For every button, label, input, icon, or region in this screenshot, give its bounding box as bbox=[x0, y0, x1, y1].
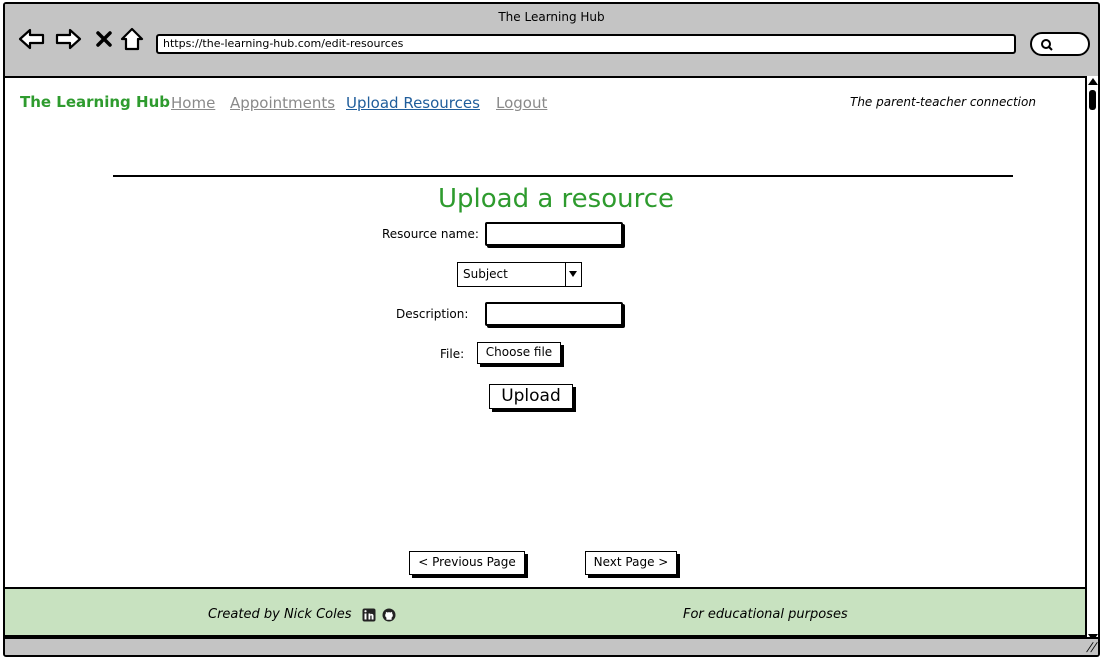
resource-name-label: Resource name: bbox=[382, 227, 479, 241]
choose-file-button[interactable]: Choose file bbox=[477, 342, 561, 364]
previous-page-button[interactable]: < Previous Page bbox=[409, 551, 525, 575]
search-icon bbox=[1041, 39, 1053, 51]
resize-handle-icon[interactable]: // bbox=[1085, 640, 1098, 654]
home-icon[interactable] bbox=[117, 24, 147, 54]
site-brand[interactable]: The Learning Hub bbox=[20, 93, 170, 111]
description-label: Description: bbox=[396, 307, 469, 321]
url-bar[interactable]: https://the-learning-hub.com/edit-resour… bbox=[156, 34, 1016, 54]
browser-window: The Learning Hub https://the-learning-hu… bbox=[3, 2, 1100, 657]
nav-link-appointments[interactable]: Appointments bbox=[230, 94, 335, 112]
github-icon[interactable] bbox=[382, 608, 396, 622]
next-page-button[interactable]: Next Page > bbox=[585, 551, 677, 575]
nav-link-logout[interactable]: Logout bbox=[496, 94, 547, 112]
vertical-scrollbar[interactable] bbox=[1085, 76, 1098, 643]
subject-select-value: Subject bbox=[463, 267, 508, 281]
nav-link-upload-resources[interactable]: Upload Resources bbox=[346, 94, 480, 112]
forward-arrow-icon[interactable] bbox=[53, 24, 83, 54]
site-tagline: The parent-teacher connection bbox=[850, 95, 1036, 109]
browser-search-field[interactable] bbox=[1030, 32, 1090, 56]
description-input[interactable] bbox=[485, 302, 623, 326]
subject-select[interactable]: Subject bbox=[457, 262, 582, 287]
page-title: Upload a resource bbox=[437, 184, 675, 214]
linkedin-icon[interactable] bbox=[362, 608, 376, 622]
footer-credit: Created by Nick Coles bbox=[208, 607, 352, 622]
window-title: The Learning Hub bbox=[498, 10, 605, 24]
scroll-up-arrow-icon[interactable] bbox=[1088, 78, 1098, 85]
header-divider bbox=[113, 175, 1013, 177]
nav-link-home[interactable]: Home bbox=[171, 94, 215, 112]
scroll-thumb[interactable] bbox=[1089, 90, 1096, 110]
horizontal-scrollbar[interactable]: // bbox=[5, 637, 1098, 655]
file-label: File: bbox=[440, 347, 465, 361]
chevron-down-icon bbox=[565, 263, 581, 286]
footer-purpose: For educational purposes bbox=[683, 607, 848, 622]
resource-name-input[interactable] bbox=[485, 222, 623, 246]
back-arrow-icon[interactable] bbox=[17, 24, 47, 54]
stop-x-icon[interactable] bbox=[89, 24, 119, 54]
browser-titlebar: The Learning Hub https://the-learning-hu… bbox=[5, 4, 1098, 78]
site-footer: Created by Nick Coles For educational pu… bbox=[5, 587, 1087, 637]
upload-button[interactable]: Upload bbox=[489, 384, 573, 409]
